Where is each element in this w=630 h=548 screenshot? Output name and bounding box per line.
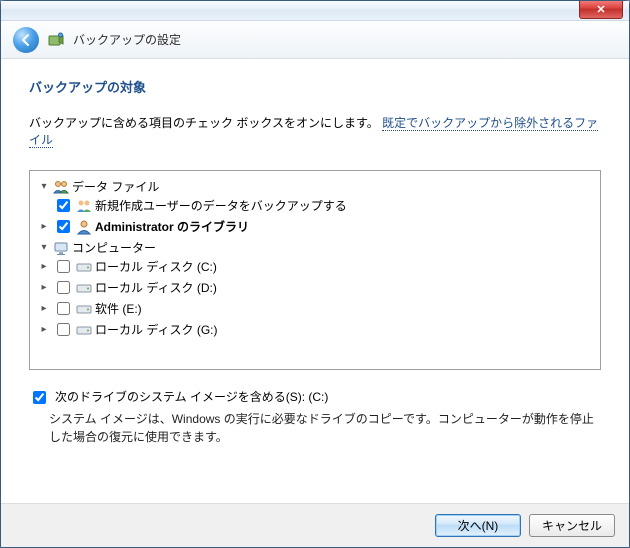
users-icon	[76, 198, 92, 214]
tree-node-new-user[interactable]: 新規作成ユーザーのデータをバックアップする	[38, 196, 592, 215]
tree-node-data-files[interactable]: データ ファイル	[38, 178, 592, 195]
page-heading: バックアップの対象	[29, 77, 601, 96]
tree-label: データ ファイル	[72, 178, 159, 195]
users-icon	[53, 179, 69, 195]
expander-icon[interactable]	[38, 261, 50, 272]
system-image-desc: システム イメージは、Windows の実行に必要なドライブのコピーです。コンピ…	[49, 410, 601, 446]
header-bar: バックアップの設定	[1, 21, 629, 59]
expander-icon[interactable]	[38, 221, 50, 232]
checkbox-system-image[interactable]	[33, 391, 46, 404]
computer-icon	[53, 240, 69, 256]
user-icon	[76, 219, 92, 235]
tree-node-computer[interactable]: コンピューター	[38, 239, 592, 256]
tree-label: コンピューター	[72, 239, 156, 256]
backup-icon	[47, 31, 65, 49]
tree-node-disk[interactable]: ローカル ディスク (C:)	[38, 257, 592, 276]
drive-icon	[76, 322, 92, 338]
expander-icon[interactable]	[38, 282, 50, 293]
checkbox-disk-c[interactable]	[57, 260, 70, 273]
back-arrow-icon	[19, 33, 33, 47]
instruction-text: バックアップに含める項目のチェック ボックスをオンにします。	[29, 116, 379, 130]
drive-icon	[76, 301, 92, 317]
instruction: バックアップに含める項目のチェック ボックスをオンにします。 既定でバックアップ…	[29, 114, 601, 148]
titlebar: ✕	[1, 1, 629, 21]
expander-icon[interactable]	[38, 181, 50, 192]
tree-node-disk[interactable]: ローカル ディスク (G:)	[38, 320, 592, 339]
tree-node-admin[interactable]: Administrator のライブラリ	[38, 217, 592, 236]
tree-label: Administrator のライブラリ	[95, 218, 249, 235]
tree-label: ローカル ディスク (G:)	[95, 321, 218, 338]
expander-icon[interactable]	[38, 303, 50, 314]
drive-icon	[76, 280, 92, 296]
system-image-label: 次のドライブのシステム イメージを含める(S): (C:)	[55, 388, 328, 405]
checkbox-disk-e[interactable]	[57, 302, 70, 315]
tree-label: ローカル ディスク (D:)	[95, 279, 217, 296]
window: ✕ バックアップの設定 バックアップの対象 バックアップに含める項目のチェック …	[0, 0, 630, 548]
close-icon: ✕	[596, 3, 605, 16]
checkbox-disk-d[interactable]	[57, 281, 70, 294]
checkbox-admin[interactable]	[57, 220, 70, 233]
tree-node-disk[interactable]: 软件 (E:)	[38, 299, 592, 318]
tree: データ ファイル 新規作成ユーザーのデータをバックアップする	[38, 177, 592, 341]
header-title: バックアップの設定	[73, 31, 181, 48]
next-button[interactable]: 次へ(N)	[435, 514, 521, 537]
tree-box: データ ファイル 新規作成ユーザーのデータをバックアップする	[29, 170, 601, 370]
checkbox-disk-g[interactable]	[57, 323, 70, 336]
tree-label: ローカル ディスク (C:)	[95, 258, 217, 275]
drive-icon	[76, 259, 92, 275]
checkbox-new-user[interactable]	[57, 199, 70, 212]
footer: 次へ(N) キャンセル	[1, 503, 629, 547]
back-button[interactable]	[13, 27, 39, 53]
tree-node-disk[interactable]: ローカル ディスク (D:)	[38, 278, 592, 297]
expander-icon[interactable]	[38, 242, 50, 253]
expander-icon[interactable]	[38, 324, 50, 335]
system-image-section: 次のドライブのシステム イメージを含める(S): (C:) システム イメージは…	[29, 388, 601, 446]
close-button[interactable]: ✕	[579, 1, 623, 19]
tree-label: 新規作成ユーザーのデータをバックアップする	[95, 197, 347, 214]
tree-label: 软件 (E:)	[95, 300, 142, 317]
content: バックアップの対象 バックアップに含める項目のチェック ボックスをオンにします。…	[1, 59, 629, 503]
cancel-button[interactable]: キャンセル	[529, 514, 615, 537]
